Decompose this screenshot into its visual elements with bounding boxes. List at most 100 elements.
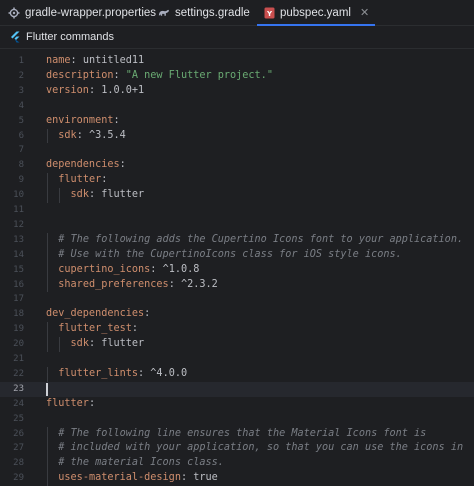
code-line[interactable]: 22 flutter_lints: ^4.0.0	[0, 367, 474, 382]
code-line[interactable]: 2description: "A new Flutter project."	[0, 69, 474, 84]
code-line[interactable]: 3 version: 1.0.0+1	[0, 84, 474, 99]
gear-icon	[8, 7, 20, 19]
code-text: cupertino_icons: ^1.0.8	[46, 263, 199, 278]
tab-settings-gradle[interactable]: settings.gradle	[158, 0, 250, 25]
line-number: 14	[0, 248, 24, 263]
flutter-icon[interactable]	[10, 31, 21, 43]
code-line[interactable]: 9 flutter:	[0, 173, 474, 188]
code-line[interactable]: 8dependencies:	[0, 158, 474, 173]
separator: :	[144, 308, 150, 319]
code-line[interactable]: 10 sdk: flutter	[0, 188, 474, 203]
code-line[interactable]: 20 sdk: flutter	[0, 337, 474, 352]
separator: :	[89, 398, 95, 409]
line-number: 16	[0, 278, 24, 293]
gradle-icon	[158, 7, 170, 19]
close-icon[interactable]: ✕	[360, 6, 369, 19]
line-number: 17	[0, 292, 24, 307]
line-number: 28	[0, 456, 24, 471]
line-number: 29	[0, 471, 24, 486]
code-line[interactable]: 18 dev_dependencies:	[0, 307, 474, 322]
code-line[interactable]: 4	[0, 99, 474, 114]
yaml-key: version	[46, 85, 89, 96]
indent-guide	[47, 322, 48, 352]
yaml-key: name	[46, 55, 71, 66]
flutter-commands-link[interactable]: Flutter commands	[26, 31, 114, 43]
code-line[interactable]: 28 # the material Icons class.	[0, 456, 474, 471]
code-text: environment:	[46, 114, 120, 129]
tab-label: gradle-wrapper.properties	[25, 7, 156, 19]
code-text: sdk: flutter	[46, 188, 144, 203]
line-number: 10	[0, 188, 24, 203]
line-number: 24	[0, 397, 24, 412]
code-line[interactable]: 19 flutter_test:	[0, 322, 474, 337]
svg-text:Y: Y	[265, 9, 272, 17]
yaml-key: cupertino_icons	[58, 264, 150, 275]
code-line[interactable]: 14 # Use with the CupertinoIcons class f…	[0, 248, 474, 263]
yaml-value: ^3.5.4	[89, 130, 126, 141]
flutter-commands-bar: Flutter commands	[0, 26, 474, 49]
indent-guide	[47, 129, 48, 144]
yaml-value: 1.0.0+1	[101, 85, 144, 96]
code-line[interactable]: 13 # The following adds the Cupertino Ic…	[0, 233, 474, 248]
code-line[interactable]: 1name: untitled11	[0, 54, 474, 69]
code-line[interactable]: 5 environment:	[0, 114, 474, 129]
code-text: shared_preferences: ^2.3.2	[46, 278, 218, 293]
code-line[interactable]: 7	[0, 143, 474, 158]
separator: :	[101, 174, 107, 185]
code-line[interactable]: 11	[0, 203, 474, 218]
code-text: uses-material-design: true	[46, 471, 218, 486]
code-text: sdk: flutter	[46, 337, 144, 352]
code-text: # included with your application, so tha…	[46, 441, 463, 456]
separator: :	[77, 130, 89, 141]
code-line[interactable]: 27 # included with your application, so …	[0, 441, 474, 456]
line-number: 12	[0, 218, 24, 233]
tab-label: settings.gradle	[175, 7, 250, 19]
code-text: version: 1.0.0+1	[46, 84, 144, 99]
line-number: 3	[0, 84, 24, 99]
indent-guide	[59, 188, 60, 203]
yaml-value: true	[193, 472, 218, 483]
yaml-key: dev_dependencies	[46, 308, 144, 319]
comment: # The following adds the Cupertino Icons…	[58, 234, 463, 245]
yaml-value: ^2.3.2	[181, 279, 218, 290]
code-line[interactable]: 24flutter:	[0, 397, 474, 412]
yaml-key: uses-material-design	[58, 472, 181, 483]
yaml-key: flutter_lints	[58, 368, 138, 379]
yaml-value: ^1.0.8	[163, 264, 200, 275]
code-line[interactable]: 12	[0, 218, 474, 233]
line-number: 25	[0, 412, 24, 427]
code-text: flutter_test:	[46, 322, 138, 337]
line-number: 6	[0, 129, 24, 144]
yaml-file-icon: Y	[263, 7, 275, 19]
yaml-key: environment	[46, 115, 113, 126]
code-editor[interactable]: 1name: untitled112description: "A new Fl…	[0, 49, 474, 481]
code-line[interactable]: 29 uses-material-design: true	[0, 471, 474, 486]
separator: :	[132, 323, 138, 334]
code-line[interactable]: 16 shared_preferences: ^2.3.2	[0, 278, 474, 293]
tab-pubspec-yaml[interactable]: Y pubspec.yaml ✕	[263, 0, 369, 25]
yaml-value: flutter	[101, 189, 144, 200]
code-line[interactable]: 21	[0, 352, 474, 367]
text-caret	[46, 383, 48, 396]
line-number: 20	[0, 337, 24, 352]
line-number: 5	[0, 114, 24, 129]
separator: :	[113, 115, 119, 126]
yaml-key: shared_preferences	[58, 279, 168, 290]
comment: # Use with the CupertinoIcons class for …	[58, 249, 401, 260]
comment: # included with your application, so tha…	[58, 442, 463, 453]
yaml-value: untitled11	[83, 55, 144, 66]
line-number: 8	[0, 158, 24, 173]
tab-gradle-wrapper-properties[interactable]: gradle-wrapper.properties	[8, 0, 156, 25]
comment: # The following line ensures that the Ma…	[58, 428, 426, 439]
code-line[interactable]: 26 # The following line ensures that the…	[0, 427, 474, 442]
code-line[interactable]: 17	[0, 292, 474, 307]
tab-label: pubspec.yaml	[280, 7, 351, 19]
yaml-value: "A new Flutter project."	[126, 70, 273, 81]
line-number: 18	[0, 307, 24, 322]
code-line[interactable]: 15 cupertino_icons: ^1.0.8	[0, 263, 474, 278]
yaml-key: description	[46, 70, 113, 81]
code-line[interactable]: 6 sdk: ^3.5.4	[0, 129, 474, 144]
code-line[interactable]: 23	[0, 382, 474, 397]
code-line[interactable]: 25	[0, 412, 474, 427]
line-number: 7	[0, 143, 24, 158]
